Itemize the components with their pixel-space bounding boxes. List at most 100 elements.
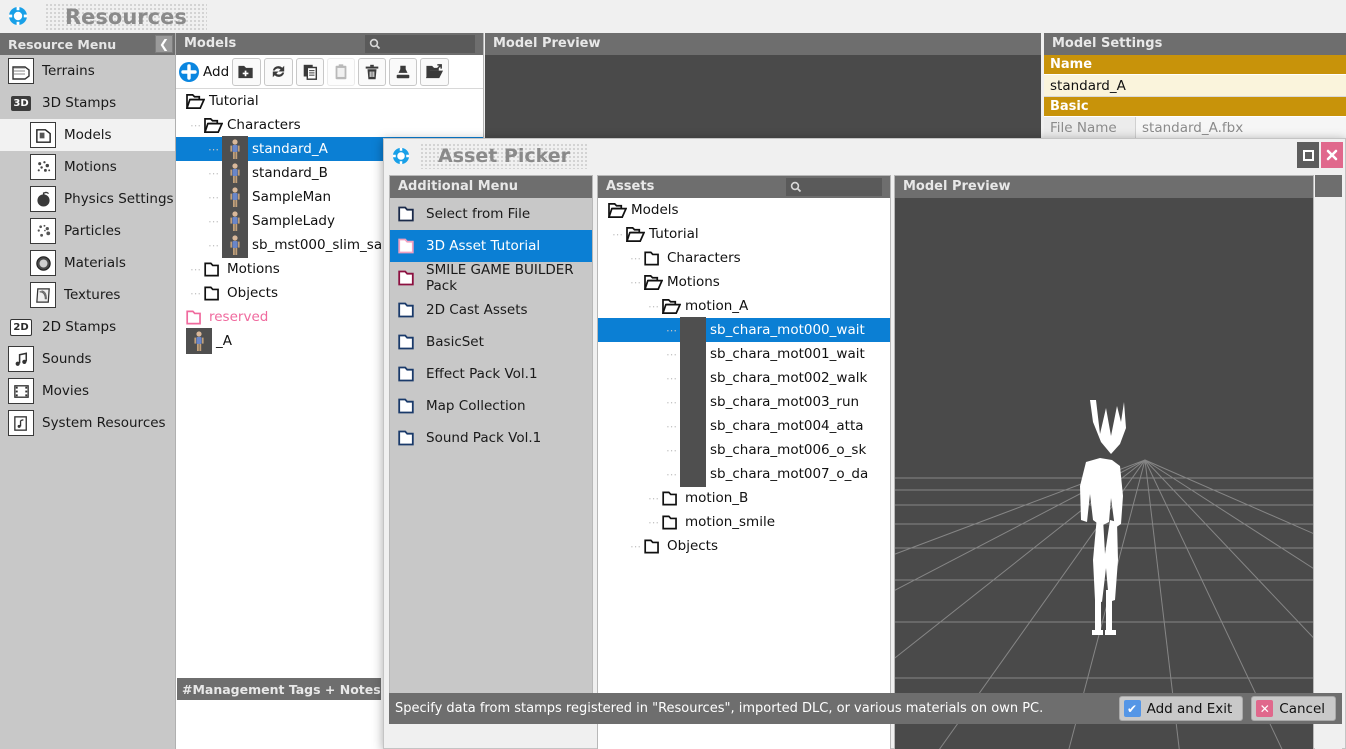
dialog-preview-viewport[interactable] (895, 198, 1313, 749)
tree-item-asset[interactable]: ⋯sb_chara_mot006_o_sk (598, 438, 890, 462)
tree-indent: ⋯ (598, 420, 680, 433)
model-preview-viewport[interactable] (485, 55, 1041, 138)
settings-file-name-value: standard_A.fbx (1136, 117, 1346, 139)
sidebar-item-motions[interactable]: Motions (0, 151, 175, 183)
sidebar-item-textures[interactable]: Textures (0, 279, 175, 311)
folder-icon (662, 490, 681, 507)
sidebar-item-physics-settings[interactable]: Physics Settings (0, 183, 175, 215)
sidebar-item-2d-stamps[interactable]: 2D 2D Stamps (0, 311, 175, 343)
tree-item-folder[interactable]: Tutorial (176, 89, 483, 113)
tree-item-asset[interactable]: ⋯sb_chara_mot001_wait (598, 342, 890, 366)
additional-menu-item-map-collection[interactable]: Map Collection (390, 390, 592, 422)
app-title-text: Resources (65, 5, 187, 29)
dialog-preview-title: Model Preview (903, 180, 1011, 194)
tree-item-asset[interactable]: ⋯sb_chara_mot007_o_da (598, 462, 890, 486)
sidebar-item-terrains[interactable]: Terrains (0, 55, 175, 87)
tree-item-folder[interactable]: ⋯Characters (176, 113, 483, 137)
models-panel-header: Models (176, 33, 483, 55)
sidebar-item-label: Materials (64, 255, 126, 271)
folder-open-icon (626, 226, 645, 243)
tree-item-label: sb_chara_mot003_run (710, 394, 859, 410)
sidebar-item-materials[interactable]: Materials (0, 247, 175, 279)
management-tags-body[interactable] (177, 700, 381, 749)
folder-open-icon (644, 274, 663, 291)
restore-window-icon[interactable] (1297, 142, 1319, 168)
additional-menu-item-select-from-file[interactable]: Select from File (390, 198, 592, 230)
assets-search-input[interactable] (786, 178, 882, 196)
additional-menu-item-3d-asset-tutorial[interactable]: 3D Asset Tutorial (390, 230, 592, 262)
tree-item-asset[interactable]: ⋯sb_chara_mot002_walk (598, 366, 890, 390)
stamp-button[interactable] (389, 58, 417, 86)
tree-item-folder[interactable]: ⋯Objects (598, 534, 890, 558)
tree-item-folder[interactable]: ⋯motion_smile (598, 510, 890, 534)
tree-indent: ⋯ (598, 396, 680, 409)
reload-button[interactable] (264, 58, 293, 86)
additional-menu-item-smile-game-builder-pack[interactable]: SMILE GAME BUILDER Pack (390, 262, 592, 294)
tree-item-asset[interactable]: ⋯sb_chara_mot000_wait (598, 318, 890, 342)
folder-icon (398, 333, 418, 351)
tree-item-label: sb_chara_mot006_o_sk (710, 442, 866, 458)
sidebar-item-3d-stamps[interactable]: 3D3D Stamps (0, 87, 175, 119)
additional-menu-item-2d-cast-assets[interactable]: 2D Cast Assets (390, 294, 592, 326)
tree-item-folder[interactable]: ⋯motion_B (598, 486, 890, 510)
additional-menu-item-label: BasicSet (426, 334, 484, 350)
tree-item-asset[interactable]: ⋯sb_chara_mot004_atta (598, 414, 890, 438)
additional-menu-item-effect-pack-vol-1[interactable]: Effect Pack Vol.1 (390, 358, 592, 390)
system-resources-icon (8, 410, 34, 436)
asset-picker-dialog: Asset Picker Additional Menu Select from… (383, 138, 1346, 749)
terrain-icon (8, 58, 34, 84)
additional-menu-list: Select from File 3D Asset TutorialSMILE G… (390, 198, 592, 454)
close-icon[interactable] (1321, 142, 1343, 168)
folder-plus-icon (237, 63, 256, 81)
copy-button[interactable] (296, 58, 324, 86)
tree-item-label: Characters (227, 117, 301, 133)
tree-indent: ⋯ (598, 276, 644, 289)
dialog-preview-side-strip: ❮ ❯ (1315, 175, 1342, 749)
export-button[interactable] (420, 58, 449, 86)
paste-icon (332, 63, 350, 81)
tree-indent: ⋯ (176, 191, 222, 204)
particles-icon (30, 218, 56, 244)
additional-menu-item-label: Select from File (426, 206, 530, 222)
add-button[interactable]: Add (178, 58, 229, 86)
additional-menu-item-label: SMILE GAME BUILDER Pack (426, 262, 592, 294)
models-search-input[interactable] (365, 35, 475, 53)
tree-item-folder[interactable]: ⋯Tutorial (598, 222, 890, 246)
sidebar-item-sounds[interactable]: Sounds (0, 343, 175, 375)
sidebar-item-models[interactable]: Models (0, 119, 175, 151)
tree-item-folder[interactable]: ⋯Characters (598, 246, 890, 270)
tree-indent: ⋯ (176, 167, 222, 180)
sidebar-item-label: 2D Stamps (42, 319, 116, 335)
tree-item-folder[interactable]: ⋯ Motions (598, 270, 890, 294)
delete-button[interactable] (358, 58, 386, 86)
sidebar-item-label: Physics Settings (64, 191, 174, 207)
settings-name-value[interactable]: standard_A (1044, 75, 1346, 97)
motion-thumb (680, 365, 706, 391)
chevron-left-icon[interactable]: ❮ (155, 35, 173, 53)
tree-item-label: Motions (667, 274, 720, 290)
add-and-exit-button[interactable]: ✔ Add and Exit (1119, 696, 1244, 721)
2d-stamps-icon: 2D (8, 314, 34, 340)
folder-open-icon (204, 117, 223, 134)
new-folder-button[interactable] (232, 58, 261, 86)
cancel-button[interactable]: ✕ Cancel (1251, 696, 1336, 721)
sidebar-item-movies[interactable]: Movies (0, 375, 175, 407)
additional-menu-item-basicset[interactable]: BasicSet (390, 326, 592, 358)
additional-menu-item-sound-pack-vol-1[interactable]: Sound Pack Vol.1 (390, 422, 592, 454)
tree-item-asset[interactable]: ⋯ sb_chara_mot003_run (598, 390, 890, 414)
folder-icon (398, 269, 418, 287)
sidebar-item-label: Motions (64, 159, 117, 175)
motion-thumb (680, 437, 706, 463)
dialog-model-preview-panel: Model Preview (894, 175, 1314, 749)
sidebar-item-label: Textures (64, 287, 120, 303)
dialog-title-bar: Asset Picker (384, 139, 1345, 173)
sidebar-item-particles[interactable]: Particles (0, 215, 175, 247)
sidebar-item-system-resources[interactable]: System Resources (0, 407, 175, 439)
window-controls (1297, 142, 1343, 168)
sidebar-item-label: Terrains (42, 63, 95, 79)
search-icon (790, 181, 802, 193)
tree-item-folder[interactable]: Models (598, 198, 890, 222)
tree-indent: ⋯ (598, 372, 680, 385)
settings-file-name-row: File Name standard_A.fbx (1044, 117, 1346, 139)
tree-item-folder[interactable]: ⋯motion_A (598, 294, 890, 318)
